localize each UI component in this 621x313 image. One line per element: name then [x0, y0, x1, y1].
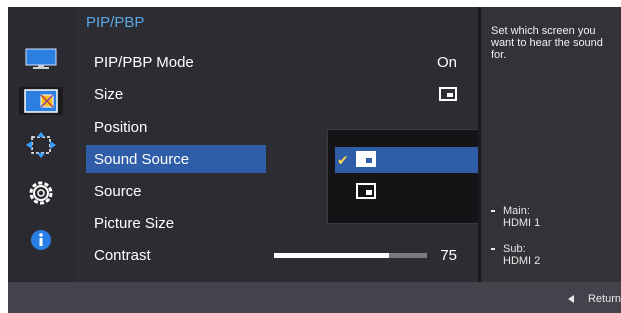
menu-item-value: On [436, 53, 457, 71]
picture-icon [25, 48, 57, 69]
menu-panel: PIP/PBP PIP/PBP Mode On Size Position So… [75, 7, 539, 282]
legend-sub: Sub: HDMI 2 [491, 243, 540, 267]
menu-item-label: Picture Size [94, 214, 175, 232]
sub-screen-sound-icon [356, 183, 376, 199]
footer-bar: Return [8, 282, 621, 313]
info-icon [31, 230, 51, 250]
return-label: Return [587, 293, 621, 305]
contrast-slider-fill [274, 253, 389, 258]
contrast-value: 75 [440, 246, 457, 264]
help-text: Set which screen you want to hear the so… [491, 25, 603, 61]
sidebar-item-information[interactable] [19, 226, 63, 254]
main-screen-sound-icon [356, 151, 376, 167]
menu-item-label: PIP/PBP Mode [94, 53, 194, 71]
sidebar-item-resize[interactable] [19, 131, 63, 159]
left-arrow-icon [567, 295, 574, 304]
legend-main-label: Main: [503, 205, 530, 217]
legend-main: Main: HDMI 1 [491, 205, 540, 229]
return-button[interactable]: Return [567, 293, 621, 305]
pip-pbp-icon [24, 89, 58, 113]
help-panel: Set which screen you want to hear the so… [481, 7, 621, 282]
sidebar-item-settings[interactable] [19, 179, 63, 207]
menu-item-pip-pbp-mode[interactable]: PIP/PBP Mode On [86, 48, 468, 76]
menu-title: PIP/PBP [86, 14, 145, 31]
sidebar-item-pip-pbp[interactable] [19, 87, 63, 115]
menu-item-label: Size [94, 85, 124, 103]
menu-item-sound-source[interactable]: Sound Source [86, 145, 266, 173]
legend-main-value: HDMI 1 [503, 217, 541, 229]
sidebar-item-picture[interactable] [19, 45, 63, 73]
check-icon: ✔ [337, 152, 349, 168]
menu-item-label: Source [94, 182, 142, 200]
gear-icon [29, 181, 53, 205]
menu-item-label: Sound Source [94, 150, 190, 168]
pip-size-icon [439, 87, 457, 101]
legend-sub-label: Sub: [503, 243, 526, 255]
menu-item-size[interactable]: Size [86, 80, 468, 108]
sidebar [8, 7, 75, 282]
osd-window: PIP/PBP PIP/PBP Mode On Size Position So… [8, 7, 621, 313]
menu-item-label: Position [94, 118, 148, 136]
menu-item-label: Contrast [94, 246, 151, 264]
contrast-slider[interactable] [274, 253, 427, 258]
legend-sub-value: HDMI 2 [503, 255, 541, 267]
resize-icon [26, 132, 56, 158]
